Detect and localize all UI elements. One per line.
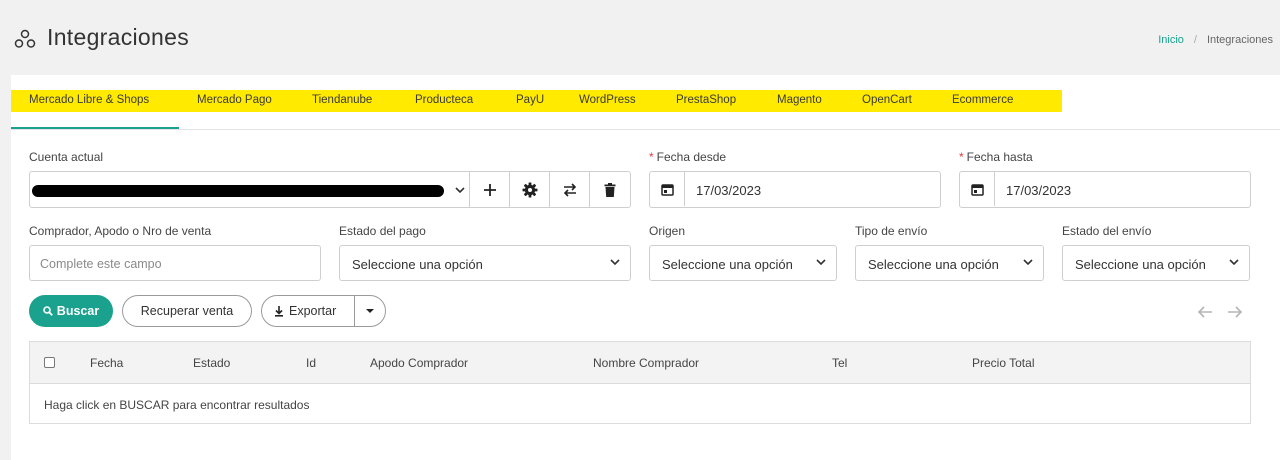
tab-mercado-pago[interactable]: Mercado Pago	[197, 94, 272, 106]
shipping-type-value: Seleccione una opción	[868, 257, 999, 272]
account-select-redacted[interactable]	[32, 185, 444, 197]
breadcrumb-home-link[interactable]: Inicio	[1158, 34, 1184, 46]
column-header-nombre[interactable]: Nombre Comprador	[593, 356, 699, 370]
required-mark: *	[959, 150, 964, 164]
trash-icon	[604, 182, 615, 197]
chevron-down-icon	[1229, 259, 1239, 266]
recover-sale-button[interactable]: Recuperar venta	[122, 295, 252, 327]
column-header-estado[interactable]: Estado	[193, 356, 230, 370]
account-label: Cuenta actual	[29, 150, 104, 164]
date-to-value: 17/03/2023	[1006, 183, 1072, 198]
shipping-type-label: Tipo de envío	[855, 224, 928, 238]
payment-status-select[interactable]: Seleccione una opción	[339, 245, 631, 281]
tab-producteca[interactable]: Producteca	[415, 94, 473, 106]
tab-wordpress[interactable]: WordPress	[579, 94, 636, 106]
swap-icon	[563, 182, 576, 197]
select-all-checkbox[interactable]	[44, 357, 55, 368]
integration-tabs: Mercado Libre & Shops Mercado Pago Tiend…	[11, 90, 1062, 112]
origin-label: Origen	[649, 224, 686, 238]
search-button-label: Buscar	[56, 304, 100, 318]
download-icon	[275, 305, 283, 317]
column-header-id[interactable]: Id	[306, 356, 316, 370]
date-from-field[interactable]: 17/03/2023	[649, 171, 941, 208]
shipping-status-select[interactable]: Seleccione una opción	[1062, 245, 1250, 281]
chevron-down-icon	[610, 259, 620, 266]
date-from-label-text: Fecha desde	[656, 150, 727, 164]
column-header-precio[interactable]: Precio Total	[972, 356, 1034, 370]
date-to-field[interactable]: 17/03/2023	[959, 171, 1251, 208]
table-header: Fecha Estado Id Apodo Comprador Nombre C…	[30, 342, 1250, 384]
date-to-label-text: Fecha hasta	[966, 150, 1033, 164]
chevron-down-icon	[1023, 259, 1033, 266]
calendar-icon	[970, 183, 984, 196]
shipping-type-select[interactable]: Seleccione una opción	[855, 245, 1044, 281]
search-icon	[42, 306, 53, 316]
gear-icon	[522, 182, 537, 197]
origin-value: Seleccione una opción	[662, 257, 793, 272]
payment-status-value: Seleccione una opción	[352, 257, 483, 272]
caret-down-icon[interactable]	[365, 307, 375, 315]
export-button-group: Exportar	[261, 295, 386, 327]
date-to-label: * Fecha hasta	[959, 150, 1033, 164]
buyer-input[interactable]: Complete este campo	[29, 245, 321, 281]
column-header-tel[interactable]: Tel	[832, 356, 847, 370]
account-settings-button[interactable]	[509, 172, 549, 207]
shipping-status-label: Estado del envío	[1062, 224, 1152, 238]
buyer-input-placeholder: Complete este campo	[40, 257, 162, 271]
export-button-label[interactable]: Exportar	[289, 304, 336, 318]
delete-account-button[interactable]	[589, 172, 629, 207]
empty-results-message: Haga click en BUSCAR para encontrar resu…	[44, 398, 310, 412]
arrow-right-icon[interactable]	[1226, 304, 1244, 320]
breadcrumb-current: Integraciones	[1206, 34, 1273, 46]
date-from-value: 17/03/2023	[696, 183, 762, 198]
results-table: Fecha Estado Id Apodo Comprador Nombre C…	[29, 341, 1251, 424]
calendar-button[interactable]	[960, 172, 995, 206]
column-header-fecha[interactable]: Fecha	[90, 356, 123, 370]
breadcrumb: Inicio / Integraciones	[1158, 34, 1273, 46]
payment-status-label: Estado del pago	[339, 224, 426, 238]
tabs-divider	[11, 129, 1280, 130]
page-header: Integraciones Inicio / Integraciones	[0, 0, 1280, 75]
tab-tiendanube[interactable]: Tiendanube	[312, 94, 372, 106]
required-mark: *	[649, 150, 654, 164]
chevron-down-icon	[816, 259, 826, 266]
buyer-label: Comprador, Apodo o Nro de venta	[29, 224, 212, 238]
origin-select[interactable]: Seleccione una opción	[649, 245, 837, 281]
tab-magento[interactable]: Magento	[777, 94, 822, 106]
account-selector-group	[29, 171, 631, 208]
date-from-label: * Fecha desde	[649, 150, 726, 164]
page-title: Integraciones	[47, 24, 189, 50]
tab-opencart[interactable]: OpenCart	[862, 94, 912, 106]
nodes-icon	[14, 29, 36, 48]
calendar-button[interactable]	[650, 172, 685, 206]
calendar-icon	[660, 183, 674, 196]
sync-account-button[interactable]	[549, 172, 589, 207]
shipping-status-value: Seleccione una opción	[1075, 257, 1206, 272]
recover-sale-label: Recuperar venta	[140, 304, 234, 318]
export-split-divider	[354, 296, 355, 326]
column-header-apodo[interactable]: Apodo Comprador	[370, 356, 468, 370]
arrow-left-icon[interactable]	[1196, 304, 1214, 320]
tab-mercado-libre[interactable]: Mercado Libre & Shops	[29, 94, 149, 106]
add-account-button[interactable]	[469, 172, 509, 207]
tab-ecommerce[interactable]: Ecommerce	[952, 94, 1013, 106]
chevron-down-icon[interactable]	[453, 183, 467, 197]
breadcrumb-separator: /	[1193, 34, 1197, 46]
tab-prestashop[interactable]: PrestaShop	[676, 94, 736, 106]
search-button[interactable]: Buscar	[29, 295, 113, 327]
tab-payu[interactable]: PayU	[516, 94, 544, 106]
plus-icon	[483, 183, 496, 196]
